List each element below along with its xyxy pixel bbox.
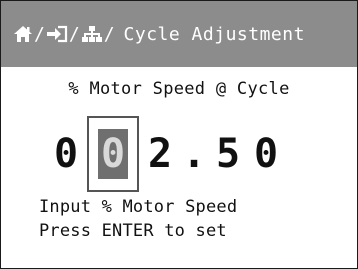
- decimal-point: .: [181, 131, 207, 177]
- digit-tenths[interactable]: 5: [209, 131, 247, 177]
- motor-speed-value-editor[interactable]: 0 0 2 . 5 0: [47, 115, 285, 193]
- digit-ones[interactable]: 2: [141, 131, 179, 177]
- network-icon[interactable]: [81, 25, 103, 43]
- header-bar: / / / Cycle Adjustment: [1, 1, 357, 67]
- page-title: Cycle Adjustment: [123, 23, 305, 45]
- breadcrumb-separator: /: [68, 23, 80, 45]
- setting-label: % Motor Speed @ Cycle: [68, 79, 290, 99]
- login-arrow-icon[interactable]: [46, 25, 68, 43]
- digit-tens-selected[interactable]: 0: [87, 116, 139, 192]
- cycle-adjustment-screen: / / / Cycle Adjustment % Motor Speed @ C…: [0, 0, 358, 269]
- breadcrumb-separator: /: [103, 23, 115, 45]
- breadcrumb-separator: /: [34, 23, 45, 45]
- digit-hundredths[interactable]: 0: [247, 131, 285, 177]
- breadcrumb: / / /: [13, 24, 116, 45]
- instruction-enter: Press ENTER to set: [39, 221, 227, 241]
- home-icon[interactable]: [13, 25, 33, 43]
- instruction-input: Input % Motor Speed: [39, 197, 238, 217]
- digit-cursor[interactable]: 0: [98, 129, 128, 179]
- digit-hundreds[interactable]: 0: [47, 131, 85, 177]
